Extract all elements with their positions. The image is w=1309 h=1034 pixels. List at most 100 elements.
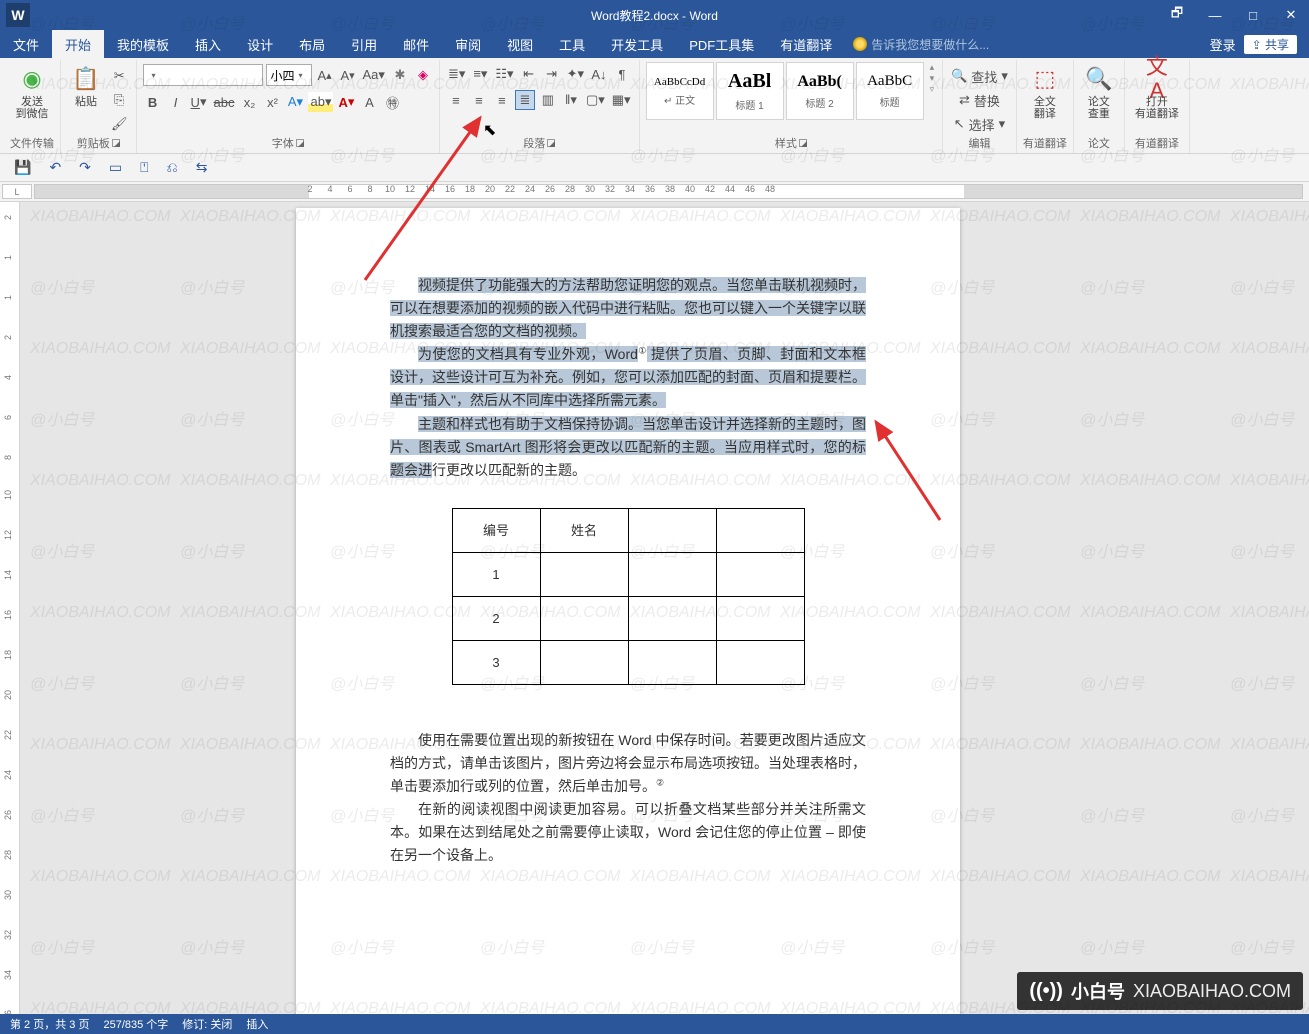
clear-format-button[interactable]: ◈ (413, 65, 433, 85)
font-color-button[interactable]: A▾ (336, 92, 356, 112)
qat-f1-button[interactable]: ⍞ (140, 159, 148, 176)
line-spacing-button[interactable]: ‖▾ (561, 90, 581, 110)
table-cell[interactable] (628, 552, 716, 596)
table-cell[interactable] (540, 552, 628, 596)
find-button[interactable]: 🔍 查找 ▾ (949, 66, 1010, 86)
table-cell[interactable] (540, 640, 628, 684)
open-youdao-button[interactable]: 文A打开 有道翻译 (1131, 62, 1183, 122)
ribbon-display-icon[interactable]: 🗗 (1159, 1, 1195, 29)
align-left-button[interactable]: ≡ (446, 90, 466, 110)
tab-references[interactable]: 引用 (338, 30, 390, 58)
tab-file[interactable]: 文件 (0, 30, 52, 58)
copy-button[interactable]: ⎘ (109, 90, 130, 110)
grow-font-button[interactable]: A▴ (315, 65, 335, 85)
font-name-combo[interactable]: ▾ (143, 64, 263, 86)
dialog-launcher-icon[interactable] (547, 139, 555, 147)
style-gallery-more[interactable]: ▴▾▿ (928, 62, 937, 95)
tab-selector[interactable]: L (2, 184, 32, 199)
style-normal[interactable]: AaBbCcDd↵ 正文 (646, 62, 714, 120)
body-paragraph[interactable]: 在新的阅读视图中阅读更加容易。可以折叠文档某些部分并关注所需文本。如果在达到结尾… (390, 798, 866, 867)
distribute-button[interactable]: ▥ (538, 90, 558, 110)
style-heading2[interactable]: AaBb(标题 2 (786, 62, 854, 120)
table-cell[interactable] (628, 508, 716, 552)
tab-templates[interactable]: 我的模板 (104, 30, 182, 58)
table-cell[interactable] (628, 596, 716, 640)
bullets-button[interactable]: ≣▾ (446, 64, 467, 84)
table-cell[interactable] (628, 640, 716, 684)
tab-review[interactable]: 审阅 (442, 30, 494, 58)
table-header[interactable]: 编号 (452, 508, 540, 552)
text-effects-button[interactable]: A▾ (285, 92, 305, 112)
table-cell[interactable]: 3 (452, 640, 540, 684)
shrink-font-button[interactable]: A▾ (338, 65, 358, 85)
vertical-ruler[interactable]: 2112468101214161820222426283032343638 (0, 202, 20, 1014)
dialog-launcher-icon[interactable] (296, 139, 304, 147)
full-translate-button[interactable]: ⬚全文 翻译 (1026, 62, 1064, 122)
bold-button[interactable]: B (143, 92, 163, 112)
qat-f2-button[interactable]: ⎌ (167, 159, 178, 176)
strike-button[interactable]: abc (212, 92, 237, 112)
italic-button[interactable]: I (166, 92, 186, 112)
change-case-button[interactable]: Aa▾ (361, 65, 387, 85)
table-cell[interactable]: 2 (452, 596, 540, 640)
status-track[interactable]: 修订: 关闭 (182, 1016, 232, 1032)
send-wechat-button[interactable]: ◉发送 到微信 (12, 62, 53, 122)
tab-tools[interactable]: 工具 (546, 30, 598, 58)
document-table[interactable]: 编号姓名 1 2 3 (452, 508, 805, 685)
char-shading-button[interactable]: A (359, 92, 379, 112)
font-size-combo[interactable]: 小四▾ (266, 64, 312, 86)
underline-button[interactable]: U▾ (189, 92, 209, 112)
qat-redo-button[interactable]: ↷ (79, 159, 91, 176)
document-area[interactable]: 2112468101214161820222426283032343638 视频… (0, 202, 1309, 1014)
dialog-launcher-icon[interactable] (799, 139, 807, 147)
decrease-indent-button[interactable]: ⇤ (519, 64, 539, 84)
shading-button[interactable]: ▢▾ (584, 90, 607, 110)
select-button[interactable]: ↖ 选择 ▾ (949, 114, 1010, 134)
table-cell[interactable] (716, 640, 804, 684)
tab-layout[interactable]: 布局 (286, 30, 338, 58)
minimize-button[interactable]: — (1197, 1, 1233, 29)
superscript-button[interactable]: x² (262, 92, 282, 112)
tab-view[interactable]: 视图 (494, 30, 546, 58)
paste-button[interactable]: 📋粘贴 (67, 62, 105, 110)
style-title[interactable]: AaBbC标题 (856, 62, 924, 120)
replace-button[interactable]: ⇄ 替换 (949, 90, 1010, 110)
qat-undo-button[interactable]: ↶ (49, 159, 61, 176)
format-painter-button[interactable]: 🖌 (109, 114, 130, 134)
tell-me-box[interactable]: 告诉我您想要做什么... (845, 30, 1197, 58)
table-cell[interactable] (716, 508, 804, 552)
justify-button[interactable]: ≣ (515, 90, 535, 110)
highlight-button[interactable]: ab▾ (308, 92, 333, 112)
status-wordcount[interactable]: 257/835 个字 (103, 1016, 168, 1032)
document-body[interactable]: 视频提供了功能强大的方法帮助您证明您的观点。当您单击联机视频时，可以在想要添加的… (390, 274, 866, 867)
tab-mailings[interactable]: 邮件 (390, 30, 442, 58)
enclose-char-button[interactable]: ㊕ (382, 92, 402, 112)
borders-button[interactable]: ▦▾ (610, 90, 633, 110)
phonetic-guide-button[interactable]: ✱ (390, 65, 410, 85)
sort-button[interactable]: A↓ (589, 64, 609, 84)
selected-text[interactable]: 视频提供了功能强大的方法帮助您证明您的观点。当您单击联机视频时，可以在想要添加的… (390, 277, 866, 339)
share-button[interactable]: ⇪ 共享 (1244, 35, 1297, 54)
login-link[interactable]: 登录 (1210, 35, 1236, 54)
tab-youdao[interactable]: 有道翻译 (767, 30, 845, 58)
status-insert[interactable]: 插入 (246, 1016, 268, 1032)
body-paragraph[interactable]: 使用在需要位置出现的新按钮在 Word 中保存时间。若要更改图片适应文档的方式，… (390, 729, 866, 798)
qat-save-button[interactable]: 💾 (14, 159, 31, 176)
show-marks-button[interactable]: ¶ (612, 64, 632, 84)
qat-f3-button[interactable]: ⇆ (196, 159, 208, 176)
table-header[interactable]: 姓名 (540, 508, 628, 552)
horizontal-ruler[interactable]: L 24681012141618202224262830323436384042… (0, 182, 1309, 202)
qat-open-button[interactable]: ▭ (109, 159, 122, 176)
increase-indent-button[interactable]: ⇥ (542, 64, 562, 84)
cut-button[interactable]: ✂ (109, 66, 130, 86)
asian-layout-button[interactable]: ✦▾ (565, 64, 586, 84)
multilevel-list-button[interactable]: ☷▾ (493, 64, 515, 84)
numbering-button[interactable]: ≡▾ (470, 64, 490, 84)
align-center-button[interactable]: ≡ (469, 90, 489, 110)
table-cell[interactable] (540, 596, 628, 640)
dialog-launcher-icon[interactable] (112, 139, 120, 147)
style-heading1[interactable]: AaBl标题 1 (716, 62, 784, 120)
table-cell[interactable] (716, 596, 804, 640)
thesis-check-button[interactable]: 🔍论文 查重 (1080, 62, 1118, 122)
table-cell[interactable] (716, 552, 804, 596)
